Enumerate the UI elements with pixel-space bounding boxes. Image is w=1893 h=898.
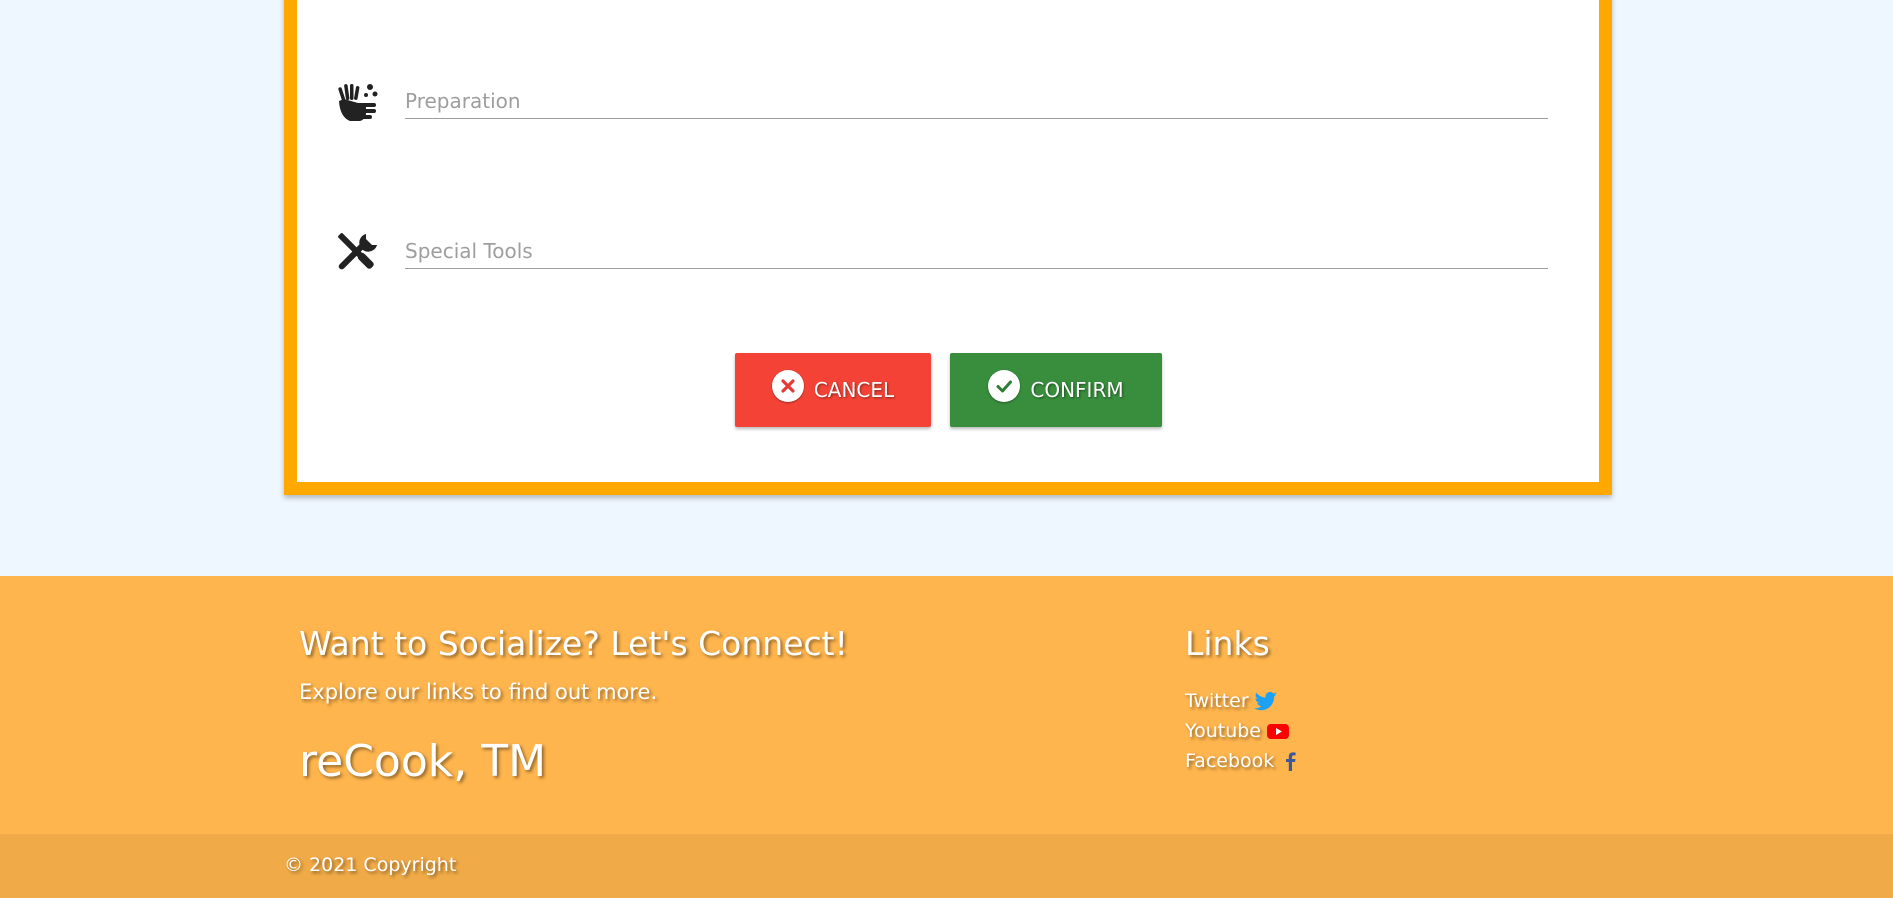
footer-subtext: Explore our links to find out more. [299, 680, 658, 704]
copyright-text: © 2021 Copyright [284, 854, 457, 876]
site-footer: Want to Socialize? Let's Connect! Explor… [0, 576, 1893, 834]
youtube-icon[interactable] [1266, 721, 1290, 741]
check-circle-icon [988, 370, 1021, 402]
special-tools-input[interactable] [405, 233, 1548, 269]
tools-icon [336, 231, 380, 275]
list-item: Twitter [1185, 686, 1303, 716]
youtube-link[interactable]: Youtube [1185, 720, 1261, 742]
cancel-button-label: CANCEL [813, 378, 895, 402]
list-item: Youtube [1185, 716, 1303, 746]
social-links-list: Twitter Youtube Facebook [1185, 686, 1303, 776]
twitter-icon[interactable] [1253, 691, 1278, 711]
cancel-button[interactable]: CANCEL [735, 353, 931, 427]
list-item: Facebook [1185, 746, 1303, 776]
recipe-form-card: CANCEL CONFIRM [284, 0, 1612, 495]
preparation-input[interactable] [405, 83, 1548, 119]
links-heading: Links [1185, 624, 1270, 663]
confirm-button[interactable]: CONFIRM [950, 353, 1162, 427]
close-circle-icon [771, 370, 804, 402]
footer-brand: reCook, TM [299, 736, 547, 787]
facebook-link[interactable]: Facebook [1185, 750, 1274, 772]
copyright-bar: © 2021 Copyright [0, 834, 1893, 898]
confirm-button-label: CONFIRM [1030, 378, 1124, 402]
hand-wash-icon [336, 81, 380, 125]
facebook-icon[interactable] [1279, 751, 1303, 771]
twitter-link[interactable]: Twitter [1185, 690, 1249, 712]
footer-heading: Want to Socialize? Let's Connect! [299, 624, 848, 663]
